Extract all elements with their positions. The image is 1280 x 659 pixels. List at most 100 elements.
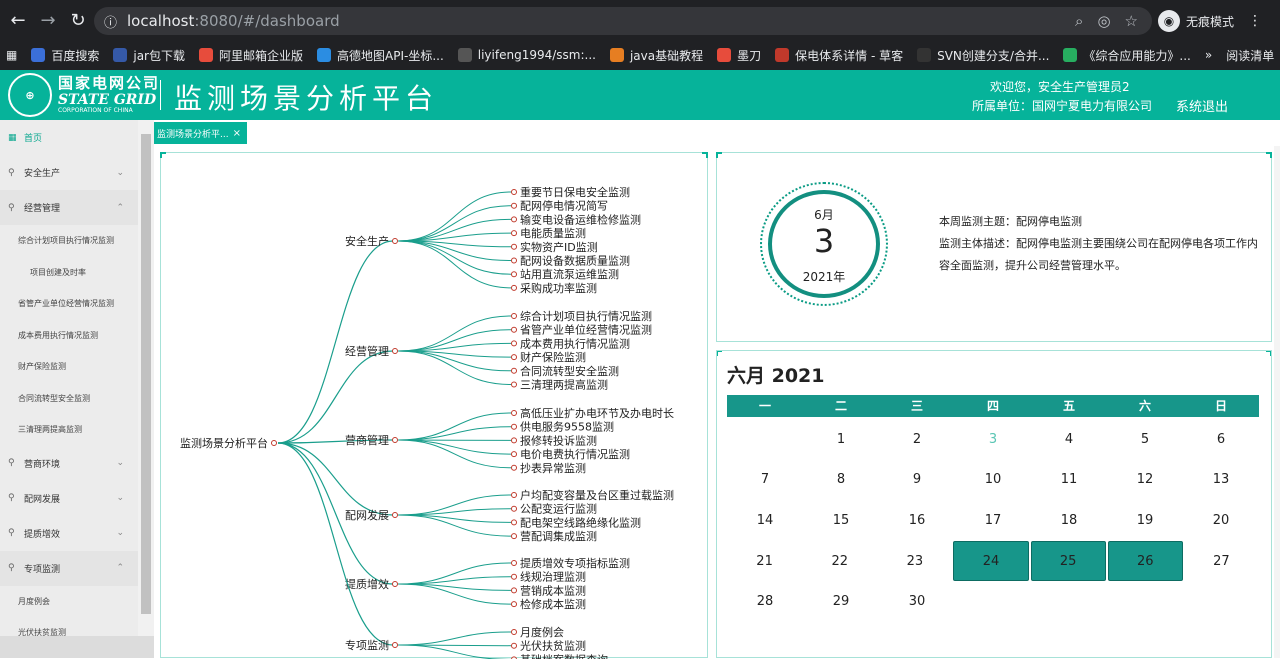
mindmap-leaf-label[interactable]: 配电架空线路绝缘化监测 — [520, 515, 641, 529]
calendar-day[interactable]: 28 — [728, 581, 802, 622]
mindmap-leaf-label[interactable]: 线规治理监测 — [520, 570, 586, 584]
mindmap-leaf-node[interactable] — [512, 643, 517, 648]
mindmap-branch-label[interactable]: 专项监测 — [345, 638, 389, 652]
sidebar-subitem[interactable]: 项目创建及时率 — [0, 257, 138, 289]
bookmark-item[interactable]: 高德地图API-坐标... — [317, 47, 444, 64]
calendar-day[interactable]: 25 — [1031, 541, 1106, 582]
calendar-day[interactable]: 11 — [1032, 460, 1106, 501]
calendar-day[interactable]: 13 — [1184, 460, 1258, 501]
mindmap-leaf-label[interactable]: 配网设备数据质量监测 — [520, 254, 630, 268]
back-icon[interactable]: ← — [6, 8, 30, 32]
mindmap-leaf-node[interactable] — [512, 368, 517, 373]
mindmap-leaf-label[interactable]: 实物资产ID监测 — [520, 240, 598, 254]
mindmap-leaf-label[interactable]: 光伏扶贫监测 — [520, 639, 586, 653]
logout-button[interactable]: 系统退出 — [1176, 96, 1228, 115]
calendar-day[interactable]: 1 — [804, 419, 878, 460]
calendar-day[interactable]: 26 — [1108, 541, 1183, 582]
mindmap-branch-node[interactable] — [393, 513, 398, 518]
mindmap-leaf-node[interactable] — [512, 424, 517, 429]
bookmark-item[interactable]: liyifeng1994/ssm:... — [458, 48, 596, 62]
mindmap-branch-label[interactable]: 配网发展 — [345, 508, 389, 522]
mindmap-leaf-node[interactable] — [512, 285, 517, 290]
mindmap-leaf-node[interactable] — [512, 355, 517, 360]
sidebar-subitem[interactable]: 综合计划项目执行情况监测 — [0, 225, 138, 257]
mindmap-leaf-label[interactable]: 成本费用执行情况监测 — [520, 336, 630, 350]
mindmap-leaf-label[interactable]: 检修成本监测 — [520, 597, 586, 611]
mindmap-leaf-node[interactable] — [512, 231, 517, 236]
bookmark-item[interactable]: 墨刀 — [717, 47, 761, 64]
calendar-day[interactable]: 30 — [880, 581, 954, 622]
sidebar-item[interactable]: ⚲专项监测⌃ — [0, 551, 138, 586]
sidebar-item[interactable]: ▦首页 — [0, 120, 138, 155]
calendar-day[interactable]: 29 — [804, 581, 878, 622]
calendar-day[interactable]: 22 — [803, 541, 876, 582]
calendar-day[interactable]: 14 — [728, 500, 802, 541]
sidebar-item[interactable]: ⚲配网发展⌄ — [0, 481, 138, 516]
calendar-day[interactable]: 21 — [728, 541, 801, 582]
calendar-day[interactable]: 23 — [878, 541, 951, 582]
mindmap-leaf-label[interactable]: 输变电设备运维检修监测 — [520, 212, 641, 226]
mindmap-leaf-label[interactable]: 电能质量监测 — [520, 226, 586, 240]
mindmap-leaf-node[interactable] — [512, 327, 517, 332]
calendar-day[interactable]: 2 — [880, 419, 954, 460]
sidebar-subitem[interactable]: 月度例会 — [0, 586, 138, 618]
mindmap-leaf-node[interactable] — [512, 534, 517, 539]
star-icon[interactable]: ☆ — [1125, 12, 1138, 30]
mindmap-leaf-label[interactable]: 财产保险监测 — [520, 350, 586, 364]
mindmap-root-node[interactable] — [272, 441, 277, 446]
calendar-day[interactable]: 19 — [1108, 500, 1182, 541]
mindmap-branch-node[interactable] — [393, 438, 398, 443]
mindmap-leaf-node[interactable] — [512, 630, 517, 635]
bookmark-item[interactable]: 百度搜索 — [31, 47, 99, 64]
mindmap-leaf-node[interactable] — [512, 314, 517, 319]
bookmark-item[interactable]: jar包下载 — [113, 47, 185, 64]
mindmap-leaf-label[interactable]: 配网停电情况简写 — [520, 199, 608, 213]
calendar-day[interactable]: 7 — [728, 460, 802, 501]
sidebar-item[interactable]: ⚲提质增效⌄ — [0, 516, 138, 551]
reload-icon[interactable]: ↻ — [66, 8, 90, 32]
mindmap-branch-label[interactable]: 营商管理 — [345, 433, 389, 447]
calendar-day[interactable]: 17 — [956, 500, 1030, 541]
calendar-day[interactable]: 15 — [804, 500, 878, 541]
calendar-day[interactable]: 8 — [804, 460, 878, 501]
mindmap-leaf-label[interactable]: 电价电费执行情况监测 — [520, 447, 630, 461]
calendar-day[interactable]: 16 — [880, 500, 954, 541]
mindmap-leaf-node[interactable] — [512, 493, 517, 498]
mindmap-leaf-label[interactable]: 月度例会 — [520, 625, 564, 639]
bookmarks-more-icon[interactable]: » — [1205, 48, 1212, 62]
sidebar-subitem[interactable]: 合同流转型安全监测 — [0, 383, 138, 415]
info-icon[interactable]: ⓘ — [104, 12, 117, 31]
calendar-day[interactable]: 18 — [1032, 500, 1106, 541]
mindmap-branch-node[interactable] — [393, 239, 398, 244]
sidebar-item[interactable]: ⚲营商环境⌄ — [0, 446, 138, 481]
mindmap-leaf-node[interactable] — [512, 506, 517, 511]
mindmap-branch-node[interactable] — [393, 582, 398, 587]
incognito-badge[interactable]: ◉ 无痕模式 ⋮ — [1158, 8, 1262, 34]
mindmap-leaf-node[interactable] — [512, 341, 517, 346]
mindmap-leaf-node[interactable] — [512, 588, 517, 593]
bookmark-item[interactable]: java基础教程 — [610, 47, 703, 64]
mindmap-leaf-label[interactable]: 三清理两提高监测 — [520, 378, 608, 392]
mindmap-leaf-node[interactable] — [512, 438, 517, 443]
mindmap-branch-label[interactable]: 提质增效 — [345, 577, 389, 591]
forward-icon[interactable]: → — [36, 8, 60, 32]
mindmap-leaf-node[interactable] — [512, 574, 517, 579]
sidebar-subitem[interactable]: 省管产业单位经营情况监测 — [0, 288, 138, 320]
scrollbar-thumb[interactable] — [141, 134, 151, 614]
bookmark-item[interactable]: 阿里邮箱企业版 — [199, 47, 303, 64]
sidebar-scrollbar[interactable] — [138, 120, 154, 658]
mindmap-branch-label[interactable]: 经营管理 — [345, 344, 389, 358]
mindmap-leaf-node[interactable] — [512, 382, 517, 387]
zoom-icon[interactable]: ⌕ — [1075, 12, 1083, 30]
sidebar-subitem[interactable]: 成本费用执行情况监测 — [0, 320, 138, 352]
mindmap-leaf-label[interactable]: 采购成功率监测 — [520, 281, 597, 295]
apps-icon[interactable]: ▦ — [6, 48, 17, 62]
mindmap-leaf-node[interactable] — [512, 272, 517, 277]
calendar-day[interactable]: 24 — [953, 541, 1028, 582]
mindmap-branch-label[interactable]: 安全生产 — [345, 234, 389, 248]
mindmap-leaf-label[interactable]: 抄表异常监测 — [520, 461, 586, 475]
sidebar-subitem[interactable]: 财产保险监测 — [0, 351, 138, 383]
mindmap-leaf-label[interactable]: 合同流转型安全监测 — [520, 364, 619, 378]
address-bar[interactable]: ⓘ localhost:8080/#/dashboard ⌕ ◎ ☆ — [94, 7, 1152, 35]
mindmap-leaf-label[interactable]: 报修转投诉监测 — [520, 433, 597, 447]
